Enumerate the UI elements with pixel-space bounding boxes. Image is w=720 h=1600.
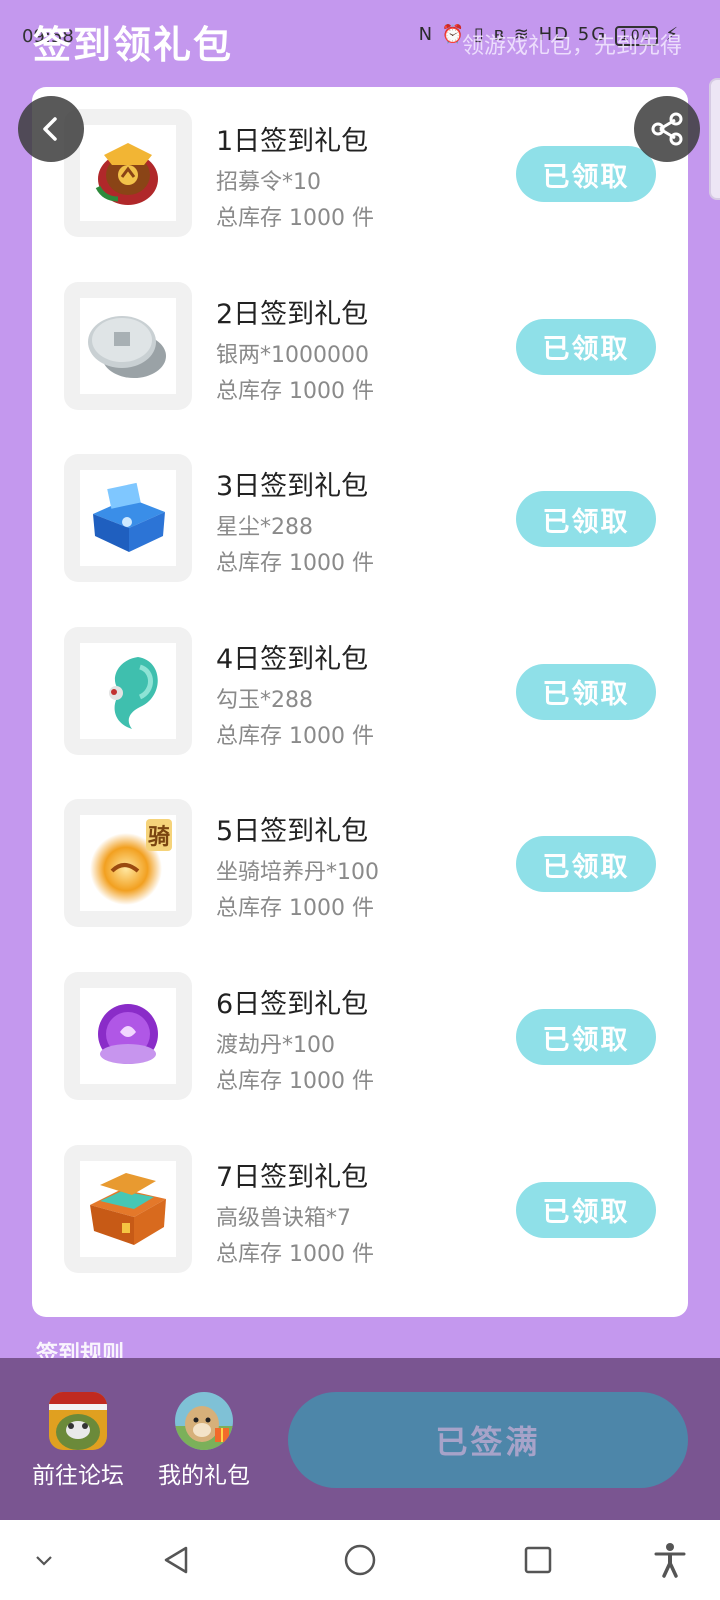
forum-link[interactable]: 前往论坛	[18, 1392, 138, 1490]
nfc-icon: N	[418, 24, 435, 45]
forum-label: 前往论坛	[32, 1463, 124, 1489]
section-peek-text: 签到规则	[36, 1342, 125, 1360]
gift-thumbnail	[64, 281, 192, 410]
claimed-button[interactable]: 已领取	[516, 663, 656, 720]
gift-item-text: 渡劫丹*100	[216, 1033, 335, 1058]
gift-title: 5日签到礼包	[216, 816, 369, 848]
gift-stock-text: 总库存 1000 件	[216, 1069, 374, 1094]
accessibility-icon	[654, 1543, 686, 1578]
triangle-back-icon	[164, 1546, 188, 1574]
gift-title: 4日签到礼包	[216, 643, 369, 675]
gift-stock-text: 总库存 1000 件	[216, 378, 374, 404]
gift-stock-text: 总库存 1000 件	[216, 206, 374, 231]
gift-thumbnail: 骑	[64, 799, 192, 928]
signed-full-button[interactable]: 已签满	[288, 1392, 688, 1488]
nav-home-button[interactable]	[340, 1540, 380, 1580]
gift-title: 3日签到礼包	[216, 471, 369, 503]
claimed-button[interactable]: 已领取	[516, 836, 656, 893]
gift-stock-text: 总库存 1000 件	[216, 723, 374, 749]
gift-row: 6日签到礼包渡劫丹*100 总库存 1000 件 已领取	[32, 972, 688, 1100]
gift-row: 3日签到礼包星尘*288 总库存 1000 件 已领取	[32, 454, 688, 583]
nav-recents-button[interactable]	[518, 1540, 558, 1580]
purple-orb-icon	[80, 988, 176, 1084]
gift-row: 7日签到礼包高级兽诀箱*7 总库存 1000 件 已领取	[32, 1144, 688, 1273]
circle-home-icon	[344, 1544, 376, 1576]
claimed-button[interactable]: 已领取	[516, 491, 656, 548]
my-gifts-link[interactable]: 我的礼包	[144, 1392, 264, 1490]
gift-stock-text: 总库存 1000 件	[216, 1241, 374, 1267]
dog-avatar-icon	[175, 1392, 233, 1450]
collapse-nav-button[interactable]	[24, 1540, 64, 1580]
mount-pill-icon: 骑	[80, 815, 176, 912]
blue-chest-icon	[80, 470, 176, 567]
gift-title: 2日签到礼包	[216, 298, 369, 330]
jade-icon	[80, 642, 176, 739]
page-subtitle: 领游戏礼包，先到先得	[461, 34, 682, 59]
chevron-down-icon	[36, 1556, 52, 1566]
gift-item-text: 招募令*10	[216, 170, 321, 195]
share-icon	[651, 112, 683, 146]
gift-item-text: 勾玉*288	[216, 687, 313, 713]
gift-row: 2日签到礼包银两*1000000 总库存 1000 件 已领取	[32, 281, 688, 410]
gift-thumbnail	[64, 1144, 192, 1273]
gift-thumbnail	[64, 454, 192, 583]
page-title: 签到领礼包	[33, 23, 234, 67]
gift-item-text: 银两*1000000	[216, 342, 369, 368]
system-nav-bar	[0, 1520, 720, 1600]
claimed-button[interactable]: 已领取	[516, 1181, 656, 1238]
accessibility-button[interactable]	[650, 1540, 690, 1580]
gift-title: 6日签到礼包	[216, 989, 369, 1020]
nav-back-button[interactable]	[156, 1540, 196, 1580]
share-button[interactable]	[634, 96, 700, 162]
my-gifts-label: 我的礼包	[158, 1463, 250, 1489]
claimed-button[interactable]: 已领取	[516, 1009, 656, 1065]
side-pull-tab[interactable]	[709, 78, 720, 200]
back-arrow-icon	[43, 117, 57, 141]
mount-badge: 骑	[145, 819, 172, 852]
treasure-chest-icon	[80, 1160, 176, 1257]
game-avatar-icon	[49, 1392, 107, 1450]
gift-item-text: 高级兽诀箱*7	[216, 1205, 351, 1231]
recruit-token-icon	[80, 125, 176, 221]
gift-stock-text: 总库存 1000 件	[216, 551, 374, 577]
gift-thumbnail	[64, 972, 192, 1100]
silver-coins-icon	[80, 297, 176, 394]
gift-list-card: 1日签到礼包 招募令*10 总库存 1000 件已领取 2日签到礼包 银两*100000…	[32, 87, 688, 1317]
gift-row: 骑 5日签到礼包坐骑培养丹*100 总库存 1000 件 已领取	[32, 799, 688, 928]
gift-title: 1日签到礼包	[216, 126, 369, 157]
gift-item-text: 坐骑培养丹*100	[216, 860, 379, 886]
gift-title: 7日签到礼包	[216, 1161, 369, 1193]
square-recents-icon	[524, 1546, 552, 1574]
gift-row: 1日签到礼包招募令*10 总库存 1000 件 已领取	[32, 109, 688, 237]
gift-thumbnail	[64, 626, 192, 755]
back-button[interactable]	[18, 96, 84, 162]
gift-row: 4日签到礼包勾玉*288 总库存 1000 件 已领取	[32, 626, 688, 755]
claimed-button[interactable]: 已领取	[516, 318, 656, 375]
claimed-button[interactable]: 已领取	[516, 146, 656, 202]
gift-stock-text: 总库存 1000 件	[216, 896, 374, 922]
gift-item-text: 星尘*288	[216, 515, 313, 541]
